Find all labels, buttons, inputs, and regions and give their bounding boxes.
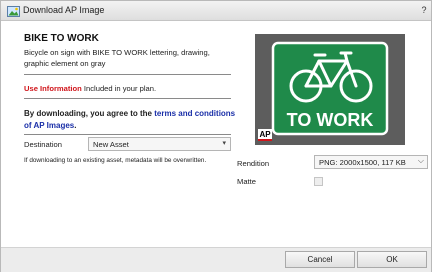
image-preview: TO WORK [255, 34, 405, 145]
help-button[interactable]: ? [419, 5, 429, 17]
agreement-prefix: By downloading, you agree to the [24, 109, 155, 118]
matte-checkbox[interactable] [314, 177, 323, 186]
asset-title: BIKE TO WORK [24, 33, 99, 44]
agreement-suffix: . [74, 121, 77, 130]
usage-text: Included in your plan. [81, 84, 157, 93]
destination-label: Destination [24, 140, 62, 149]
asset-description: Bicycle on sign with BIKE TO WORK letter… [24, 48, 210, 68]
image-icon [7, 6, 20, 17]
sign-text: TO WORK [287, 110, 374, 130]
agreement-text: By downloading, you agree to the terms a… [24, 108, 236, 132]
rendition-value: PNG: 2000x1500, 117 KB [319, 158, 406, 167]
ap-logo: AP [258, 129, 272, 141]
ok-button[interactable]: OK [357, 251, 427, 268]
divider [24, 74, 231, 75]
usage-info: Use Information Included in your plan. [24, 84, 156, 93]
chevron-down-icon: ⌵ [417, 156, 424, 165]
destination-select[interactable]: New Asset ▾ [88, 137, 231, 151]
cancel-button[interactable]: Cancel [285, 251, 355, 268]
rendition-label: Rendition [237, 159, 270, 168]
bike-sign-image: TO WORK [255, 34, 405, 145]
dialog-title: Download AP Image [23, 5, 105, 15]
destination-note: If downloading to an existing asset, met… [24, 157, 207, 164]
chevron-down-icon: ▾ [222, 140, 226, 147]
divider [24, 98, 231, 99]
matte-label: Matte [237, 177, 256, 186]
usage-label[interactable]: Use Information [24, 84, 82, 93]
download-dialog: Download AP Image ? BIKE TO WORK Bicycle… [0, 0, 432, 272]
destination-value: New Asset [93, 140, 129, 149]
divider [24, 134, 231, 135]
title-bar: Download AP Image ? [1, 1, 431, 21]
rendition-select[interactable]: PNG: 2000x1500, 117 KB ⌵ [314, 155, 428, 169]
